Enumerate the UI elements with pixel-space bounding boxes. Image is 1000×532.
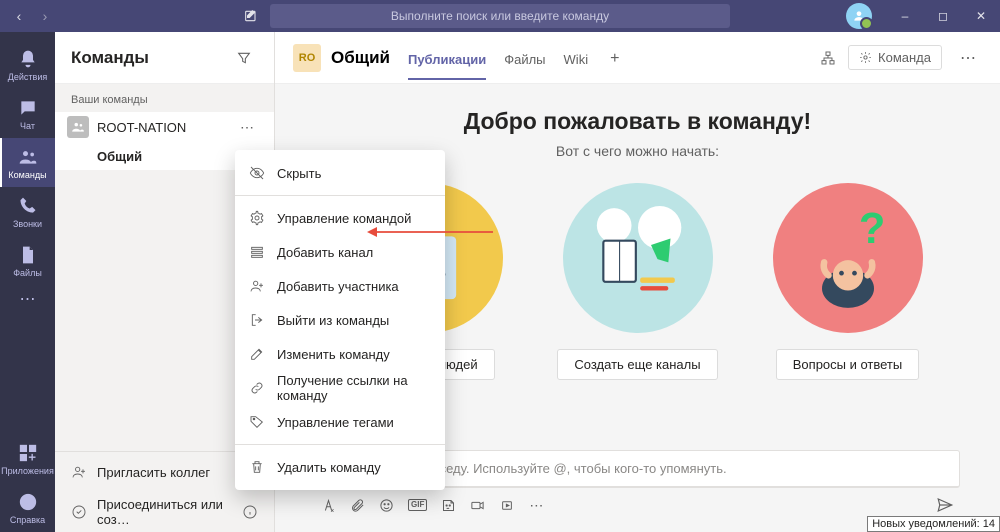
rail-help[interactable]: Справка <box>0 483 55 532</box>
titlebar: ‹ › Выполните поиск или введите команду … <box>0 0 1000 32</box>
close-button[interactable]: ✕ <box>962 0 1000 32</box>
rail-apps-label: Приложения <box>1 466 54 476</box>
your-teams-label: Ваши команды <box>55 84 274 112</box>
invite-label: Пригласить коллег <box>97 465 210 480</box>
rail-chat[interactable]: Чат <box>0 89 55 138</box>
team-item[interactable]: ROOT-NATION ⋯ <box>55 112 274 142</box>
menu-delete-team[interactable]: Удалить команду <box>235 450 445 484</box>
menu-leave-team[interactable]: Выйти из команды <box>235 303 445 337</box>
card-create-channels: Создать еще каналы <box>548 183 728 380</box>
team-context-menu: Скрыть Управление командой Добавить кана… <box>235 150 445 490</box>
sticker-icon[interactable] <box>441 498 456 513</box>
channel-avatar: RO <box>293 44 321 72</box>
svg-text:?: ? <box>858 205 884 253</box>
filter-icon[interactable] <box>230 44 258 72</box>
card-faq: ? Вопросы и ответы <box>758 183 938 380</box>
send-icon[interactable] <box>936 496 954 514</box>
attach-icon[interactable] <box>350 498 365 513</box>
rail-calls-label: Звонки <box>13 219 42 229</box>
notifications-tooltip: Новых уведомлений: 14 <box>867 516 1000 532</box>
compose-more[interactable]: ⋯ <box>529 497 543 514</box>
rail-teams-label: Команды <box>8 170 46 180</box>
channel-header: RO Общий Публикации Файлы Wiki + Команда… <box>275 32 1000 84</box>
menu-edit-team[interactable]: Изменить команду <box>235 337 445 371</box>
menu-add-channel[interactable]: Добавить канал <box>235 235 445 269</box>
menu-hide[interactable]: Скрыть <box>235 156 445 190</box>
minimize-button[interactable]: ‒ <box>886 0 924 32</box>
new-message-icon[interactable] <box>238 3 264 29</box>
nav-forward[interactable]: › <box>32 3 58 29</box>
rail-activity[interactable]: Действия <box>0 40 55 89</box>
channel-tabs: Публикации Файлы Wiki + <box>408 36 623 79</box>
menu-manage-team[interactable]: Управление командой <box>235 201 445 235</box>
channel-more[interactable]: ⋯ <box>954 46 982 70</box>
welcome-title: Добро пожаловать в команду! <box>275 108 1000 135</box>
join-create-team[interactable]: Присоединиться или соз… <box>55 492 274 532</box>
menu-manage-tags[interactable]: Управление тегами <box>235 405 445 439</box>
app-rail: Действия Чат Команды Звонки Файлы ⋯ Прил… <box>0 32 55 532</box>
team-more-button[interactable]: ⋯ <box>236 119 258 136</box>
format-icon[interactable] <box>321 498 336 513</box>
team-button-label: Команда <box>878 50 931 65</box>
channel-name: Общий <box>97 149 142 164</box>
meet-icon[interactable] <box>470 498 485 513</box>
menu-get-link[interactable]: Получение ссылки на команду <box>235 371 445 405</box>
team-avatar <box>67 116 89 138</box>
join-label: Присоединиться или соз… <box>97 497 242 527</box>
rail-teams[interactable]: Команды <box>0 138 55 187</box>
panel-header: Команды <box>55 32 274 84</box>
rail-apps[interactable]: Приложения <box>0 434 55 483</box>
team-name: ROOT-NATION <box>97 120 236 135</box>
channel-title: Общий <box>331 48 390 68</box>
team-button[interactable]: Команда <box>848 45 942 70</box>
rail-calls[interactable]: Звонки <box>0 187 55 236</box>
maximize-button[interactable]: ◻ <box>924 0 962 32</box>
rail-files-label: Файлы <box>13 268 42 278</box>
org-chart-icon[interactable] <box>820 50 836 66</box>
tab-files[interactable]: Файлы <box>504 36 545 79</box>
window-controls: ‒ ◻ ✕ <box>846 0 1000 32</box>
rail-activity-label: Действия <box>8 72 47 82</box>
create-channels-button[interactable]: Создать еще каналы <box>557 349 717 380</box>
card-faq-image: ? <box>773 183 923 333</box>
rail-files[interactable]: Файлы <box>0 236 55 285</box>
rail-chat-label: Чат <box>20 121 35 131</box>
search-input[interactable]: Выполните поиск или введите команду <box>270 4 730 28</box>
panel-title: Команды <box>71 48 230 68</box>
rail-help-label: Справка <box>10 515 45 525</box>
search-placeholder: Выполните поиск или введите команду <box>391 9 609 23</box>
card-create-channels-image <box>563 183 713 333</box>
user-avatar[interactable] <box>846 3 872 29</box>
compose-toolbar: GIF ⋯ <box>315 488 960 514</box>
tab-posts[interactable]: Публикации <box>408 36 486 79</box>
tab-wiki[interactable]: Wiki <box>564 36 589 79</box>
stream-icon[interactable] <box>499 498 515 513</box>
tab-add[interactable]: + <box>606 36 623 79</box>
rail-more[interactable]: ⋯ <box>0 285 55 319</box>
nav-back[interactable]: ‹ <box>6 3 32 29</box>
menu-add-member[interactable]: Добавить участника <box>235 269 445 303</box>
faq-button[interactable]: Вопросы и ответы <box>776 349 919 380</box>
nav-arrows: ‹ › <box>6 3 58 29</box>
gif-icon[interactable]: GIF <box>408 499 427 511</box>
emoji-icon[interactable] <box>379 498 394 513</box>
